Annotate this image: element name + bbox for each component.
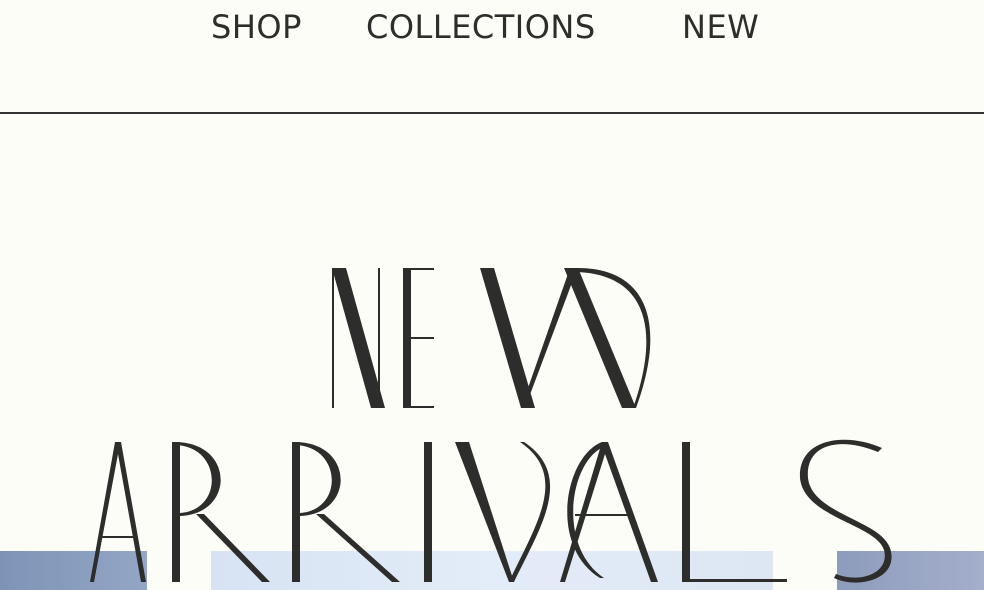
hero-headline-lettering [90, 267, 892, 583]
hero-banner: NEW ARRIVALS [0, 116, 984, 590]
top-navigation: SHOP COLLECTIONS NEW [0, 0, 984, 114]
nav-link-new[interactable]: NEW [682, 8, 759, 46]
nav-link-shop[interactable]: SHOP [211, 8, 302, 46]
nav-link-collections[interactable]: COLLECTIONS [366, 8, 596, 46]
